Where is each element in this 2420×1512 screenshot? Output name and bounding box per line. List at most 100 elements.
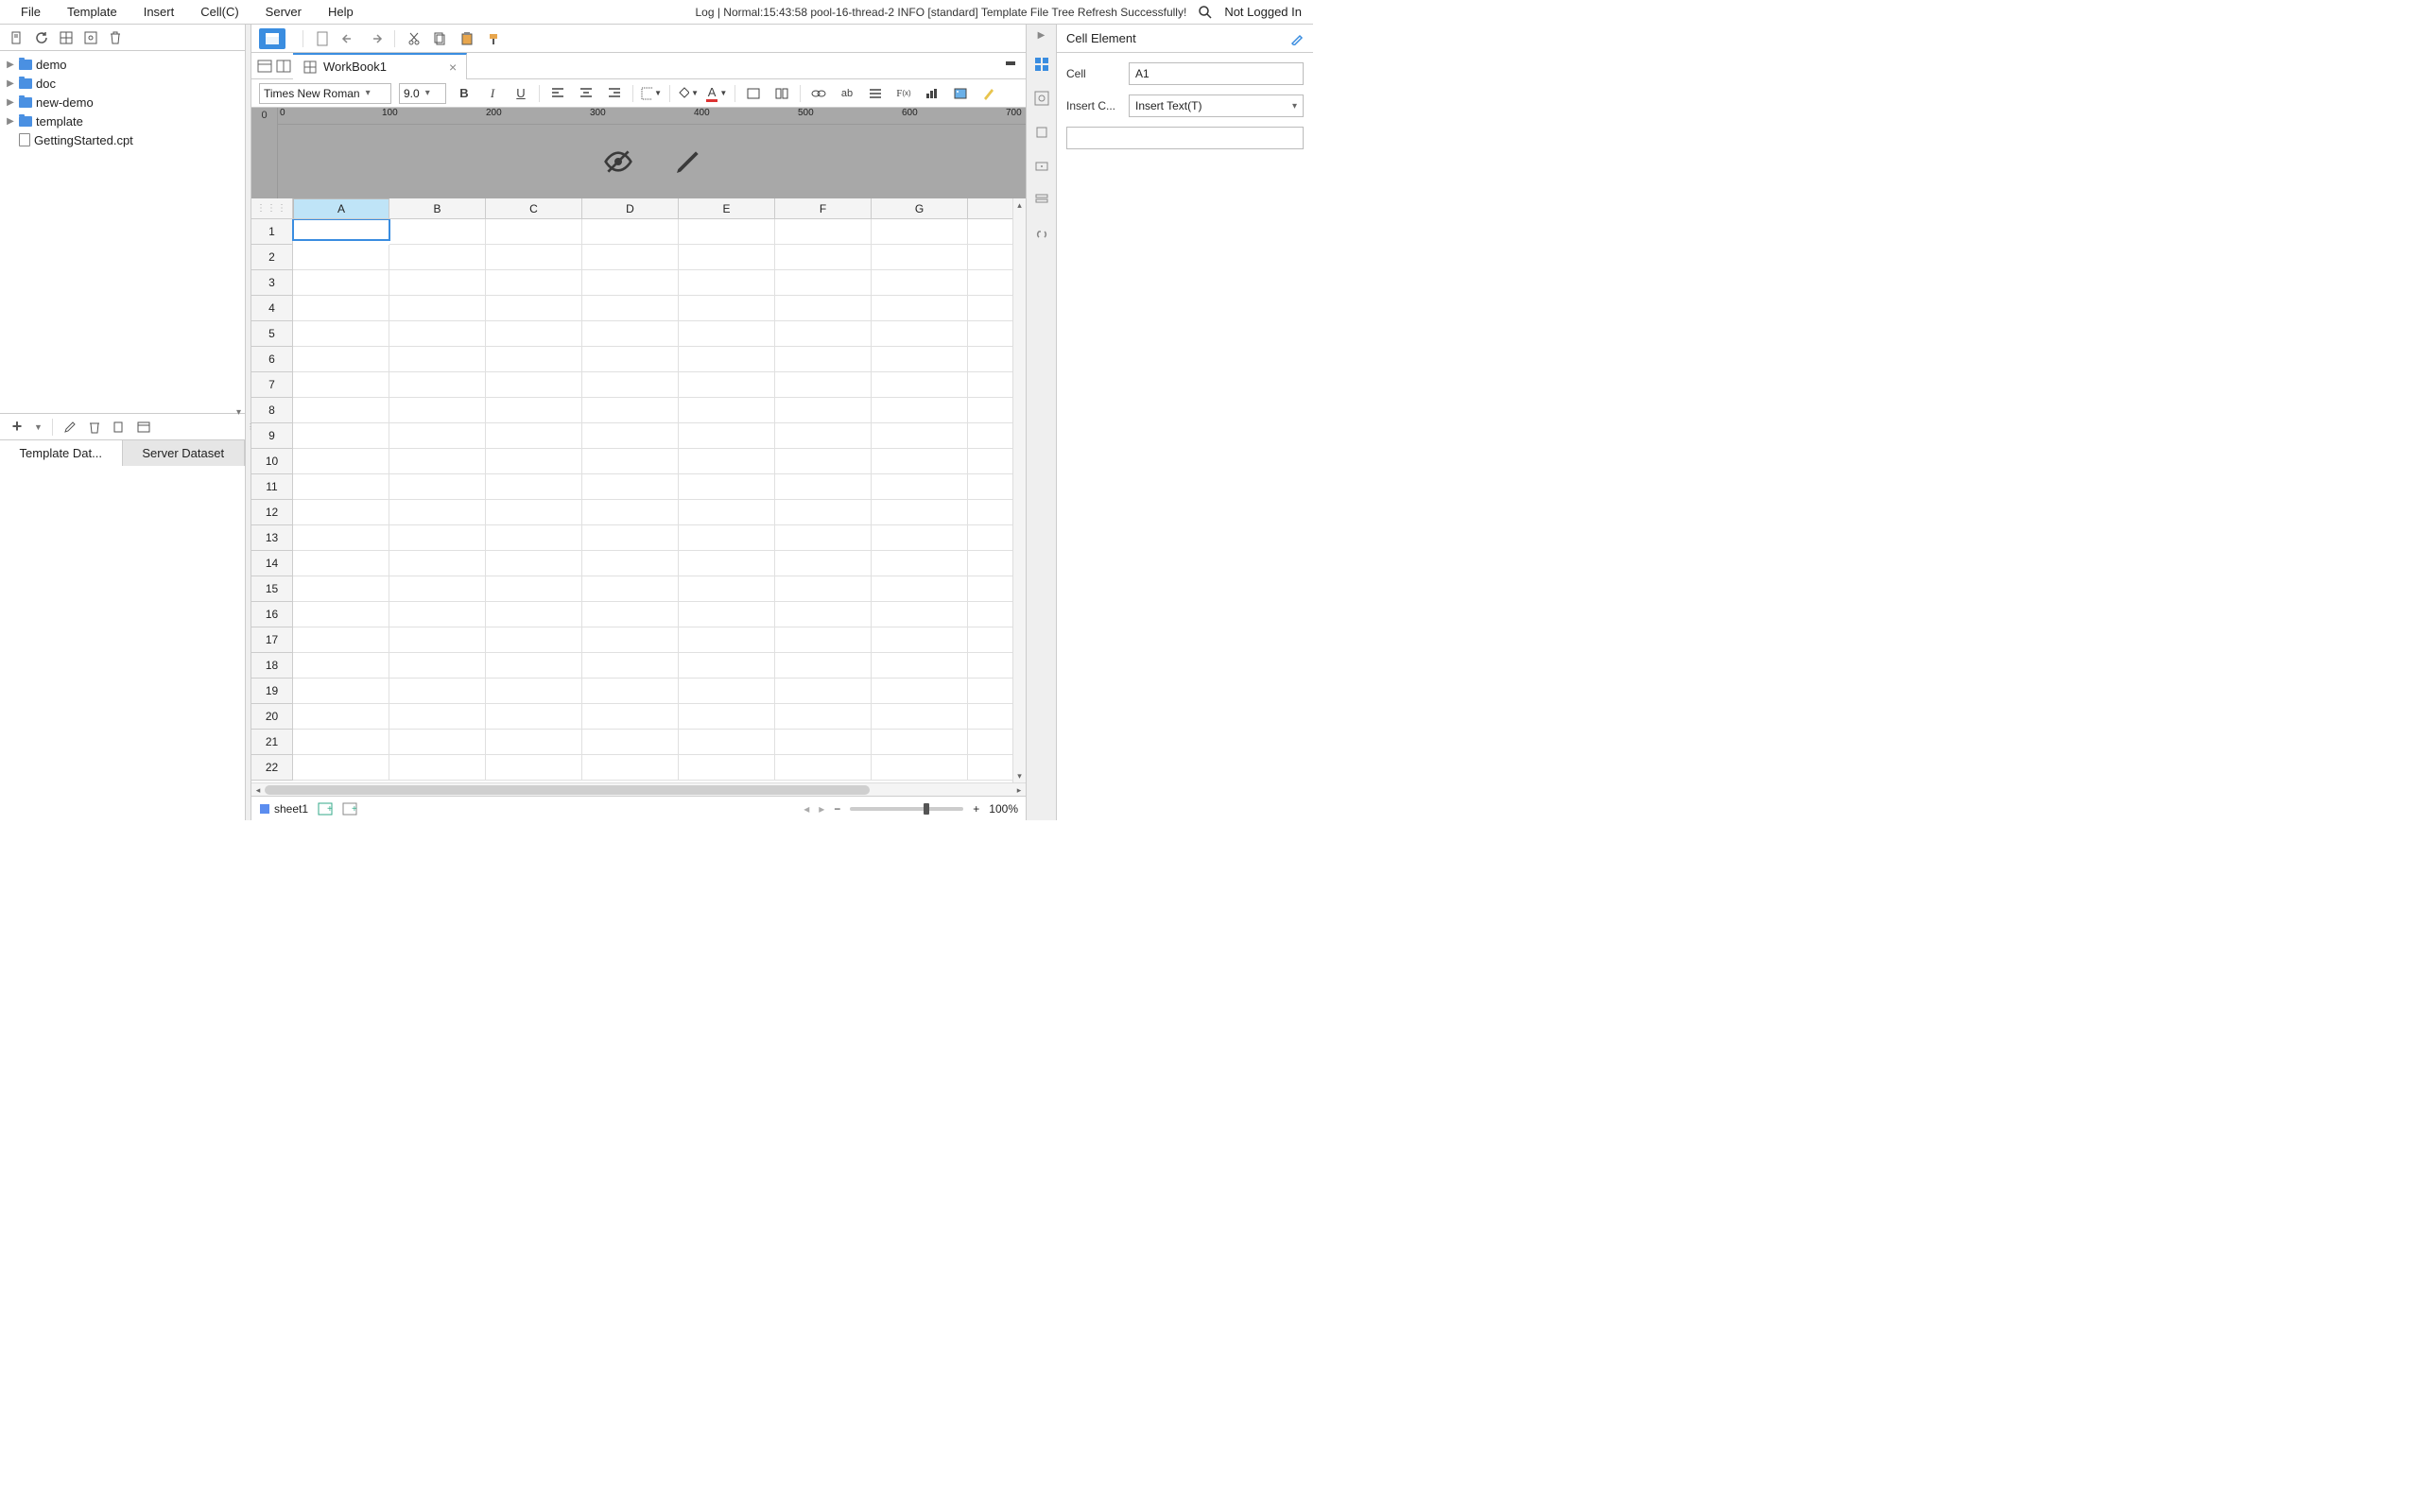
new-file-icon[interactable] — [9, 30, 25, 45]
row-header[interactable]: 21 — [251, 730, 293, 755]
cell[interactable] — [679, 500, 775, 525]
chart-icon[interactable] — [922, 83, 942, 104]
cell[interactable] — [582, 653, 679, 679]
horizontal-ruler[interactable]: 0 100 200 300 400 500 600 700 — [278, 108, 1026, 125]
cell[interactable] — [679, 321, 775, 347]
cell[interactable] — [679, 730, 775, 755]
align-right-icon[interactable] — [604, 83, 625, 104]
cell[interactable] — [872, 602, 968, 627]
cell[interactable] — [293, 551, 389, 576]
align-left-icon[interactable] — [547, 83, 568, 104]
cell[interactable] — [486, 423, 582, 449]
cell[interactable] — [872, 449, 968, 474]
cell[interactable] — [679, 474, 775, 500]
zoom-out-icon[interactable]: − — [834, 802, 840, 816]
cell[interactable] — [389, 679, 486, 704]
row-header[interactable]: 3 — [251, 270, 293, 296]
cell[interactable] — [775, 500, 872, 525]
merge-icon[interactable] — [743, 83, 764, 104]
zoom-in-icon[interactable]: + — [973, 802, 979, 816]
row-header[interactable]: 17 — [251, 627, 293, 653]
cell[interactable] — [389, 755, 486, 781]
row-header[interactable]: 1 — [251, 219, 293, 245]
copy-icon[interactable] — [112, 420, 127, 435]
cell[interactable] — [872, 627, 968, 653]
cell[interactable] — [872, 219, 968, 245]
cell[interactable] — [872, 525, 968, 551]
cell[interactable] — [679, 270, 775, 296]
cell[interactable] — [293, 398, 389, 423]
cell[interactable] — [775, 245, 872, 270]
layout2-icon[interactable] — [276, 59, 291, 74]
cell[interactable] — [582, 627, 679, 653]
italic-button[interactable]: I — [482, 83, 503, 104]
highlighter-icon[interactable] — [978, 83, 999, 104]
cell[interactable] — [486, 347, 582, 372]
cell[interactable] — [775, 576, 872, 602]
cell[interactable] — [486, 525, 582, 551]
row-header[interactable]: 16 — [251, 602, 293, 627]
cell[interactable] — [582, 449, 679, 474]
row-header[interactable]: 15 — [251, 576, 293, 602]
cell[interactable] — [389, 219, 486, 245]
cell[interactable] — [679, 296, 775, 321]
cell[interactable] — [293, 500, 389, 525]
tab-widget[interactable] — [1031, 156, 1052, 177]
cell[interactable] — [293, 347, 389, 372]
col-header-a[interactable]: A — [293, 198, 389, 219]
cell[interactable] — [872, 551, 968, 576]
cell[interactable] — [775, 602, 872, 627]
cell[interactable] — [293, 270, 389, 296]
cell[interactable] — [582, 755, 679, 781]
cell[interactable] — [775, 653, 872, 679]
tab-cell-element[interactable] — [1031, 54, 1052, 75]
cell[interactable] — [582, 500, 679, 525]
tab-expand[interactable] — [1031, 122, 1052, 143]
cell[interactable] — [486, 627, 582, 653]
cell[interactable] — [679, 423, 775, 449]
cell[interactable] — [775, 347, 872, 372]
tree-folder[interactable]: ▶new-demo — [0, 93, 245, 112]
cell[interactable] — [872, 653, 968, 679]
tree-file[interactable]: GettingStarted.cpt — [0, 130, 245, 149]
cell[interactable] — [582, 602, 679, 627]
cell[interactable] — [389, 321, 486, 347]
tree-folder[interactable]: ▶demo — [0, 55, 245, 74]
cell[interactable] — [389, 525, 486, 551]
search-icon[interactable] — [1198, 5, 1213, 20]
cell[interactable] — [293, 321, 389, 347]
cell[interactable] — [293, 219, 389, 240]
tab-template-dataset[interactable]: Template Dat... — [0, 440, 123, 466]
cell[interactable] — [775, 219, 872, 245]
cell[interactable] — [775, 423, 872, 449]
vertical-scrollbar[interactable]: ▾ — [1012, 219, 1026, 782]
col-header-d[interactable]: D — [582, 198, 679, 219]
menu-server[interactable]: Server — [252, 1, 315, 23]
horizontal-scrollbar[interactable]: ◂ ▸ — [251, 782, 1026, 796]
cell[interactable] — [679, 449, 775, 474]
cell[interactable] — [679, 704, 775, 730]
menu-cell[interactable]: Cell(C) — [187, 1, 251, 23]
cell[interactable] — [389, 576, 486, 602]
link-icon[interactable] — [808, 83, 829, 104]
cell[interactable] — [775, 321, 872, 347]
cell[interactable] — [486, 602, 582, 627]
login-status[interactable]: Not Logged In — [1224, 5, 1305, 19]
font-color-icon[interactable]: A▼ — [706, 83, 727, 104]
cell[interactable] — [775, 551, 872, 576]
cell[interactable] — [582, 270, 679, 296]
cell[interactable] — [389, 704, 486, 730]
cell[interactable] — [775, 730, 872, 755]
font-name-select[interactable]: Times New Roman▾ — [259, 83, 391, 104]
row-header[interactable]: 20 — [251, 704, 293, 730]
cell[interactable] — [293, 627, 389, 653]
cell[interactable] — [775, 398, 872, 423]
cell[interactable] — [293, 576, 389, 602]
cell[interactable] — [293, 296, 389, 321]
cell[interactable] — [389, 449, 486, 474]
tab-cell-attr[interactable] — [1031, 88, 1052, 109]
scroll-right-icon[interactable]: ▸ — [1012, 783, 1026, 796]
cell[interactable] — [775, 679, 872, 704]
scroll-up-icon[interactable]: ▴ — [1013, 198, 1026, 212]
expand-icon[interactable]: ▶ — [1038, 30, 1046, 41]
